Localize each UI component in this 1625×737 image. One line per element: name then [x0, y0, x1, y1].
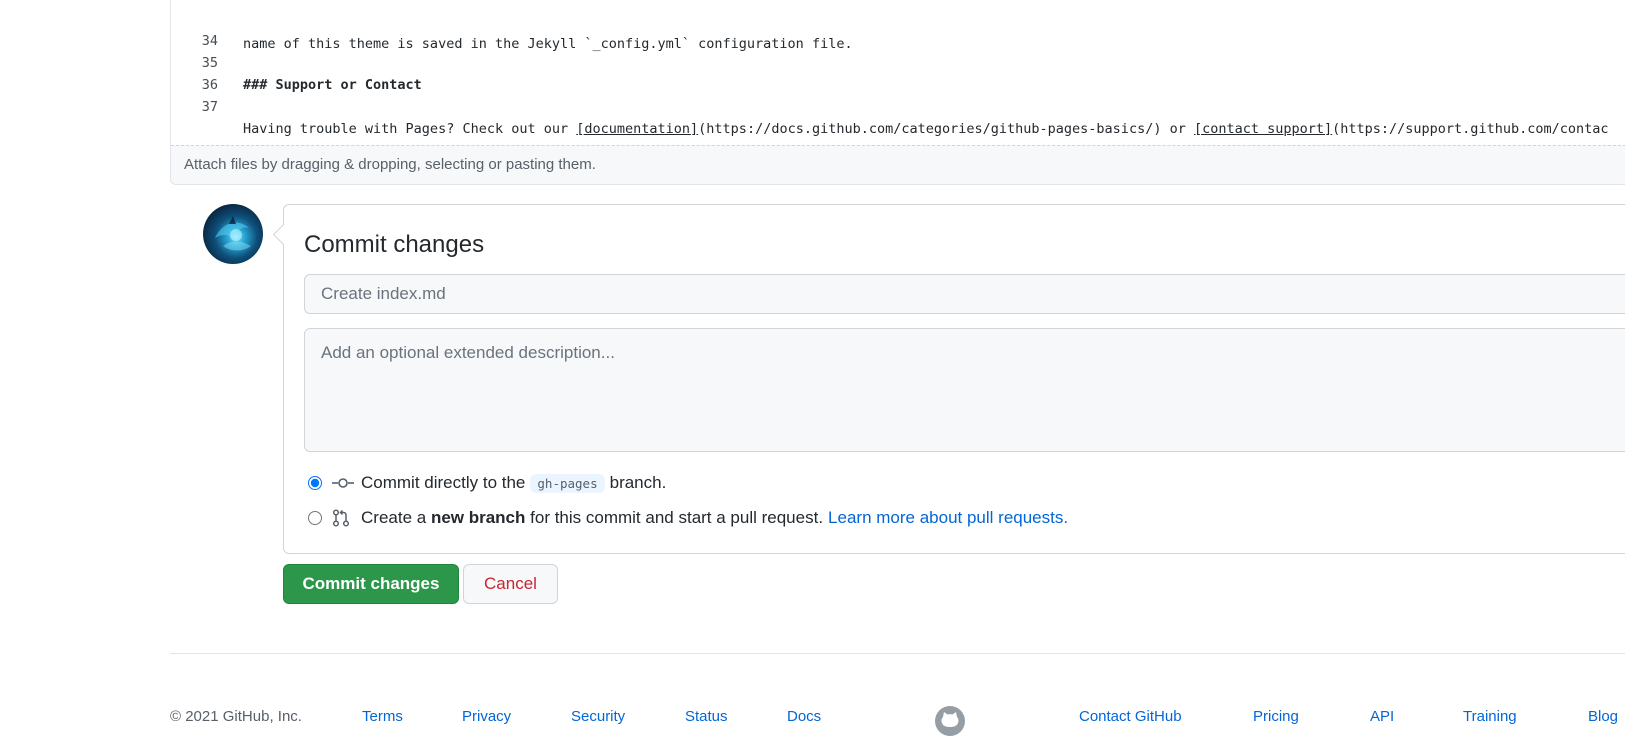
- commit-changes-button[interactable]: Commit changes: [283, 564, 459, 604]
- git-commit-icon: [332, 473, 354, 493]
- code-line: 35 ### Support or Contact: [171, 30, 1625, 93]
- commit-form-title: Commit changes: [304, 231, 485, 258]
- new-branch-prefix: Create a: [361, 508, 427, 527]
- code-line: 34: [171, 8, 1625, 49]
- new-branch-option[interactable]: Create a new branch for this commit and …: [308, 506, 1068, 530]
- new-branch-bold: new branch: [430, 508, 526, 527]
- footer-link-training[interactable]: Training: [1463, 708, 1517, 725]
- code-line: we’ll help you sort it out.: [171, 96, 1625, 159]
- footer-link-api[interactable]: API: [1370, 708, 1394, 725]
- learn-more-pull-requests-link[interactable]: Learn more about pull requests.: [828, 508, 1068, 528]
- commit-summary-input[interactable]: [304, 274, 1625, 314]
- avatar-image: [215, 216, 251, 251]
- commit-direct-option[interactable]: Commit directly to the gh-pages branch.: [308, 471, 666, 495]
- commit-form: Commit changes Commit directly to the gh…: [283, 204, 1625, 554]
- commit-direct-radio[interactable]: [308, 476, 322, 490]
- site-footer: © 2021 GitHub, Inc. Terms Privacy Securi…: [0, 706, 1625, 728]
- new-branch-radio[interactable]: [308, 511, 322, 525]
- commit-direct-text: Commit directly to the: [361, 473, 526, 492]
- footer-link-privacy[interactable]: Privacy: [462, 708, 511, 725]
- footer-link-contact-github[interactable]: Contact GitHub: [1079, 708, 1182, 725]
- footer-link-security[interactable]: Security: [571, 708, 625, 725]
- code-line: 38: [171, 118, 1625, 159]
- commit-direct-suffix: branch.: [609, 473, 667, 492]
- file-editor[interactable]: name of this theme is saved in the Jekyl…: [170, 0, 1625, 185]
- commit-description-textarea[interactable]: [304, 328, 1625, 452]
- footer-link-status[interactable]: Status: [685, 708, 728, 725]
- cancel-button[interactable]: Cancel: [463, 564, 558, 604]
- git-pull-request-icon: [332, 508, 354, 528]
- attach-hint: Attach files by dragging & dropping, sel…: [184, 156, 596, 173]
- footer-link-terms[interactable]: Terms: [362, 708, 403, 725]
- footer-copyright: © 2021 GitHub, Inc.: [170, 708, 302, 725]
- new-branch-suffix: for this commit and start a pull request…: [530, 508, 824, 527]
- code-line: 36: [171, 52, 1625, 93]
- footer-divider: [170, 653, 1625, 654]
- footer-link-blog[interactable]: Blog: [1588, 708, 1618, 725]
- code-line: 37 Having trouble with Pages? Check out …: [171, 74, 1625, 137]
- avatar: [203, 204, 263, 264]
- footer-link-docs[interactable]: Docs: [787, 708, 821, 725]
- footer-link-pricing[interactable]: Pricing: [1253, 708, 1299, 725]
- branch-name-badge: gh-pages: [530, 473, 605, 493]
- file-attach-dropzone[interactable]: Attach files by dragging & dropping, sel…: [171, 145, 1625, 184]
- github-mark-icon[interactable]: [934, 705, 966, 737]
